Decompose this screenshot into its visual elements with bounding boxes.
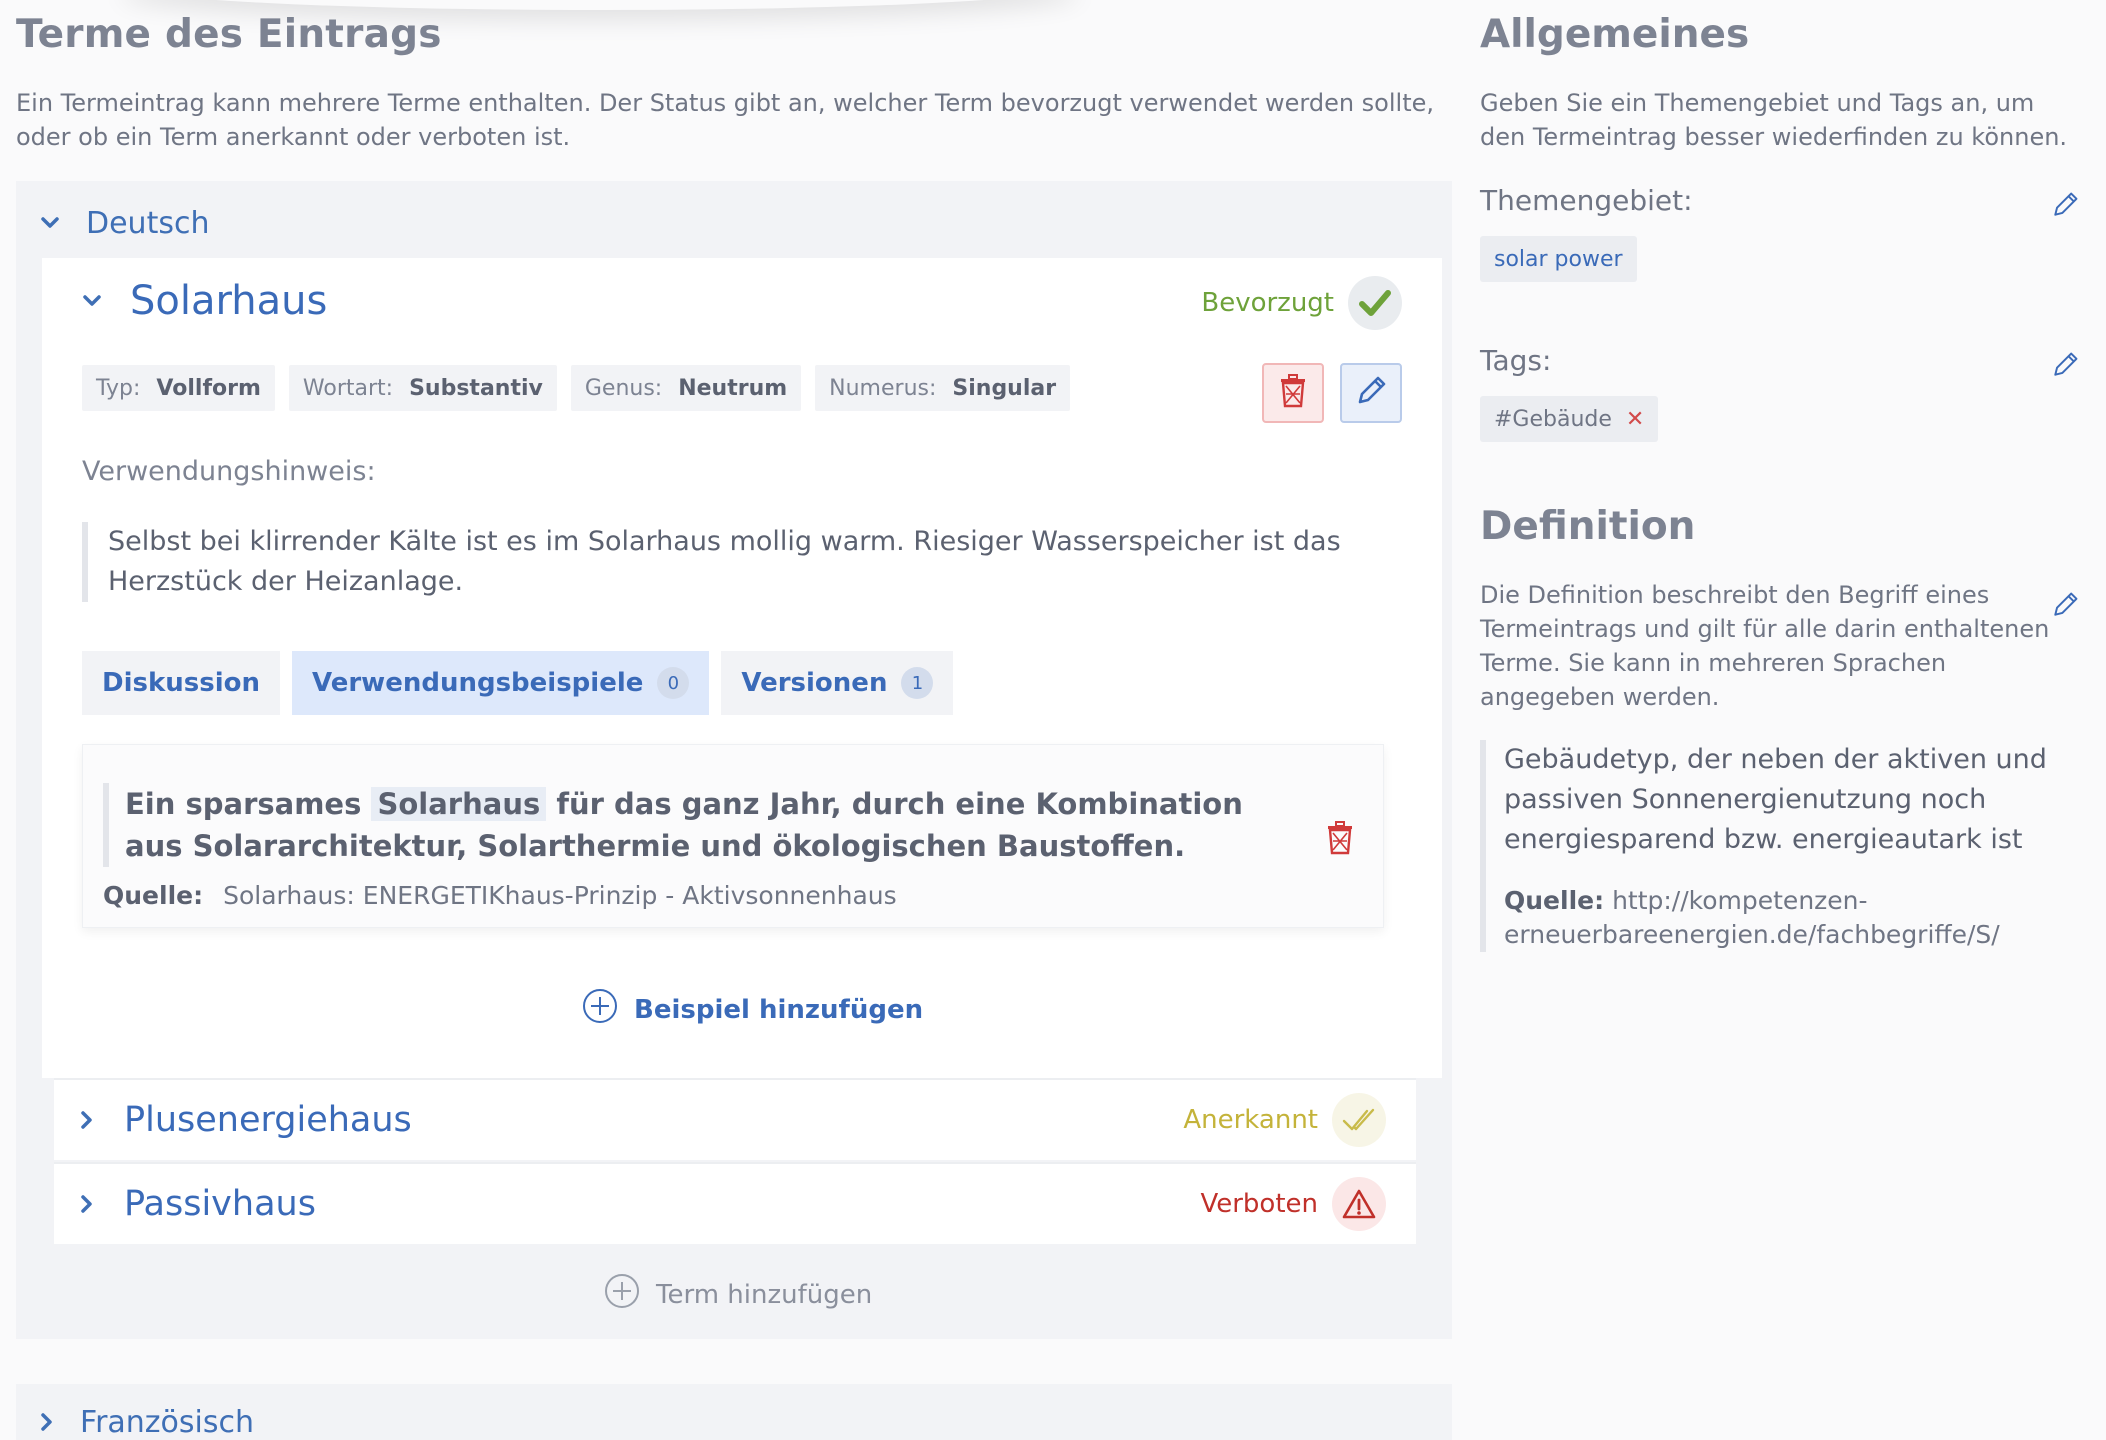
definition-source: Quelle: http://kompetenzen-erneuerbareen… xyxy=(1504,884,2080,952)
edit-subject-button[interactable] xyxy=(2050,190,2080,224)
term-title: Passivhaus xyxy=(124,1184,316,1224)
definition-block: Gebäudetyp, der neben der aktiven und pa… xyxy=(1480,740,2080,952)
prop-value: Neutrum xyxy=(678,375,788,401)
prop-value: Vollform xyxy=(156,375,261,401)
status-label: Anerkannt xyxy=(1183,1105,1318,1135)
term-title: Plusenergiehaus xyxy=(124,1100,412,1140)
tab-diskussion[interactable]: Diskussion xyxy=(82,651,281,715)
prop-key: Genus: xyxy=(584,375,663,401)
term-toggle[interactable]: Solarhaus xyxy=(82,278,327,324)
term-status: Anerkannt xyxy=(1183,1093,1386,1147)
edit-term-button[interactable] xyxy=(1340,363,1402,423)
term-status: Verboten xyxy=(1200,1177,1386,1231)
tag-label: #Gebäude xyxy=(1494,406,1612,432)
language-label: Deutsch xyxy=(86,205,210,241)
tab-verwendungsbeispiele[interactable]: Verwendungsbeispiele 0 xyxy=(292,651,710,715)
edit-definition-button[interactable] xyxy=(2050,590,2080,624)
prop-numerus: Numerus: Singular xyxy=(815,365,1071,411)
definition-description: Die Definition beschreibt den Begriff ei… xyxy=(1480,581,2050,711)
pencil-icon xyxy=(2050,592,2080,624)
tab-label: Diskussion xyxy=(102,668,261,698)
usage-example-text: Ein sparsames Solarhaus für das ganz Jah… xyxy=(103,783,1283,867)
example-highlight: Solarhaus xyxy=(371,787,547,821)
chevron-right-icon xyxy=(80,1110,94,1130)
term-row-passivhaus[interactable]: Passivhaus Verboten xyxy=(54,1162,1416,1244)
pencil-icon xyxy=(1354,374,1388,412)
checkmark-icon xyxy=(1348,276,1402,330)
pencil-icon xyxy=(2050,192,2080,224)
tab-label: Versionen xyxy=(741,668,888,698)
term-toggle: Passivhaus xyxy=(80,1184,316,1224)
language-toggle-deutsch[interactable]: Deutsch xyxy=(40,203,209,243)
source-value: Solarhaus: ENERGETIKhaus-Prinzip - Aktiv… xyxy=(223,881,897,910)
double-check-icon xyxy=(1332,1093,1386,1147)
tab-count-badge: 0 xyxy=(657,667,690,699)
source-label: Quelle: xyxy=(103,881,204,910)
prop-key: Typ: xyxy=(96,375,141,401)
prop-wortart: Wortart: Substantiv xyxy=(288,365,557,411)
definition-title: Definition xyxy=(1480,504,1696,549)
general-title: Allgemeines xyxy=(1480,12,1750,57)
tab-label: Verwendungsbeispiele xyxy=(312,668,644,698)
definition-text: Gebäudetyp, der neben der aktiven und pa… xyxy=(1504,744,2047,855)
remove-tag-icon[interactable]: ✕ xyxy=(1626,407,1644,432)
add-example-label: Beispiel hinzufügen xyxy=(634,994,924,1025)
usage-hint-label: Verwendungshinweis: xyxy=(82,456,376,487)
top-shadow xyxy=(120,0,1080,10)
chevron-down-icon xyxy=(82,294,102,308)
general-description: Geben Sie ein Themengebiet und Tags an, … xyxy=(1480,89,2068,151)
term-card-solarhaus: Solarhaus Bevorzugt Typ: Vollform Wortar… xyxy=(42,258,1442,1078)
usage-hint-text: Selbst bei klirrender Kälte ist es im So… xyxy=(82,522,1402,602)
subject-value: solar power xyxy=(1494,246,1623,272)
tab-count-badge: 1 xyxy=(901,667,934,699)
pencil-icon xyxy=(2050,352,2080,384)
term-status: Bevorzugt xyxy=(1201,276,1402,330)
language-panel-franzoesisch: Französisch xyxy=(16,1384,1452,1440)
add-term-button[interactable]: Term hinzufügen xyxy=(604,1273,872,1316)
delete-term-button[interactable] xyxy=(1262,363,1324,423)
add-term-label: Term hinzufügen xyxy=(656,1279,873,1310)
subject-label: Themengebiet: xyxy=(1480,184,1693,217)
terms-section-description: Ein Termeintrag kann mehrere Terme entha… xyxy=(16,89,1435,151)
terms-section-title: Terme des Eintrags xyxy=(16,12,442,57)
term-row-plusenergiehaus[interactable]: Plusenergiehaus Anerkannt xyxy=(54,1078,1416,1160)
language-toggle-franzoesisch[interactable]: Französisch xyxy=(40,1402,254,1440)
warning-icon xyxy=(1332,1177,1386,1231)
language-label: Französisch xyxy=(80,1404,255,1440)
example-source: Quelle: Solarhaus: ENERGETIKhaus-Prinzip… xyxy=(103,881,897,910)
example-text-before: Ein sparsames xyxy=(125,787,362,821)
trash-icon xyxy=(1278,374,1308,412)
prop-value: Singular xyxy=(952,375,1057,401)
usage-example-card: Ein sparsames Solarhaus für das ganz Jah… xyxy=(82,744,1384,928)
term-title: Solarhaus xyxy=(130,278,328,324)
edit-tags-button[interactable] xyxy=(2050,350,2080,384)
chevron-right-icon xyxy=(80,1194,94,1214)
status-label: Bevorzugt xyxy=(1201,288,1334,318)
delete-example-button[interactable] xyxy=(1325,821,1355,859)
prop-value: Substantiv xyxy=(409,375,543,401)
plus-circle-icon xyxy=(582,988,618,1031)
add-example-button[interactable]: Beispiel hinzufügen xyxy=(582,988,923,1031)
term-toggle: Plusenergiehaus xyxy=(80,1100,412,1140)
term-tabs: Diskussion Verwendungsbeispiele 0 Versio… xyxy=(82,651,954,715)
tab-versionen[interactable]: Versionen 1 xyxy=(721,651,954,715)
term-properties: Typ: Vollform Wortart: Substantiv Genus:… xyxy=(82,365,1071,411)
trash-icon xyxy=(1325,821,1355,859)
tag-chip: #Gebäude ✕ xyxy=(1480,396,1659,442)
prop-typ: Typ: Vollform xyxy=(82,365,275,411)
source-label: Quelle: xyxy=(1504,886,1605,915)
status-label: Verboten xyxy=(1200,1189,1318,1219)
tags-label: Tags: xyxy=(1480,344,1552,377)
language-panel-deutsch: Deutsch Solarhaus Bevorzugt Typ: Vollfor… xyxy=(16,181,1452,1339)
prop-key: Numerus: xyxy=(829,375,937,401)
chevron-right-icon xyxy=(40,1412,54,1432)
prop-genus: Genus: Neutrum xyxy=(570,365,802,411)
prop-key: Wortart: xyxy=(302,375,394,401)
plus-circle-icon xyxy=(604,1273,640,1316)
chevron-down-icon xyxy=(40,216,60,230)
subject-chip: solar power xyxy=(1480,236,1637,282)
